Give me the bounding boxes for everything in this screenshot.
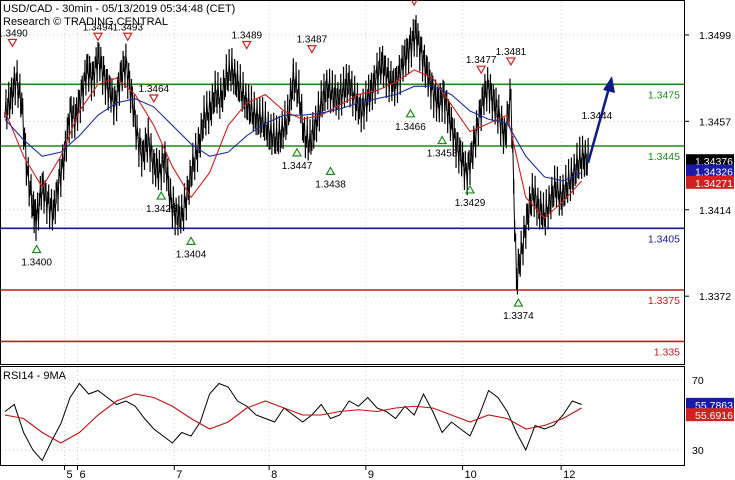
x-tick-label: 7 bbox=[176, 469, 182, 480]
chart-title: USD/CAD - 30min - 05/13/2019 05:34:48 (C… bbox=[3, 3, 235, 15]
x-tick-label: 8 bbox=[271, 469, 277, 480]
rsi-y-tick-label: 30 bbox=[692, 445, 704, 457]
pivot-low-label: 1.3429 bbox=[455, 198, 486, 209]
pivot-low-label: 1.3447 bbox=[282, 161, 313, 172]
y-tick-label: 1.3499 bbox=[699, 30, 731, 42]
chart-canvas: 1.3475 1.3445 1.3405 1.3375 1.335 1.3490 1.34… bbox=[0, 0, 734, 480]
pivot-low-label: 1.3374 bbox=[503, 311, 534, 322]
rsi-title: RSI14 - 9MA bbox=[3, 370, 67, 382]
pivot-low-label: 1.3438 bbox=[315, 179, 346, 190]
x-tick-label: 10 bbox=[465, 469, 477, 480]
pivot-high-label: 1.3464 bbox=[139, 84, 170, 95]
x-tick-label: 6 bbox=[80, 469, 86, 480]
pivot-high-label: 1.3477 bbox=[466, 55, 497, 66]
x-tick-label: 9 bbox=[368, 469, 374, 480]
pivot-high-label: 1.3490 bbox=[0, 28, 28, 39]
rsi-panel bbox=[0, 366, 685, 466]
rsi-current-label: 55.6916 bbox=[695, 410, 733, 422]
level-label: 1.335 bbox=[654, 346, 680, 358]
pivot-low-label: 1.3400 bbox=[21, 258, 52, 269]
y-tick-label: 1.3414 bbox=[699, 205, 731, 217]
x-tick-label: 5 bbox=[67, 469, 73, 480]
y-tick-label: 1.3372 bbox=[699, 291, 731, 303]
level-label: 1.3405 bbox=[648, 233, 680, 245]
level-label: 1.3475 bbox=[648, 89, 680, 101]
pivot-low-label: 1.3453 bbox=[427, 149, 458, 160]
pivot-low-label: 1.3404 bbox=[176, 249, 207, 260]
current-price-label: 1.34271 bbox=[695, 178, 733, 190]
x-tick-label: 12 bbox=[563, 469, 575, 480]
annotation-label: 1.3444 bbox=[582, 111, 613, 122]
pivot-high-label: 1.3489 bbox=[232, 30, 263, 41]
pivot-high-label: 1.3487 bbox=[297, 35, 328, 46]
y-tick-label: 1.3457 bbox=[699, 116, 731, 128]
level-label: 1.3445 bbox=[648, 151, 680, 163]
pivot-high-label: 1.3481 bbox=[496, 47, 527, 58]
pivot-low-label: 1.3426 bbox=[146, 204, 177, 215]
chart-credit: Research © TRADING CENTRAL bbox=[3, 16, 168, 28]
pivot-low-label: 1.3466 bbox=[395, 122, 426, 133]
rsi-y-tick-label: 70 bbox=[692, 375, 704, 387]
level-label: 1.3375 bbox=[648, 295, 680, 307]
